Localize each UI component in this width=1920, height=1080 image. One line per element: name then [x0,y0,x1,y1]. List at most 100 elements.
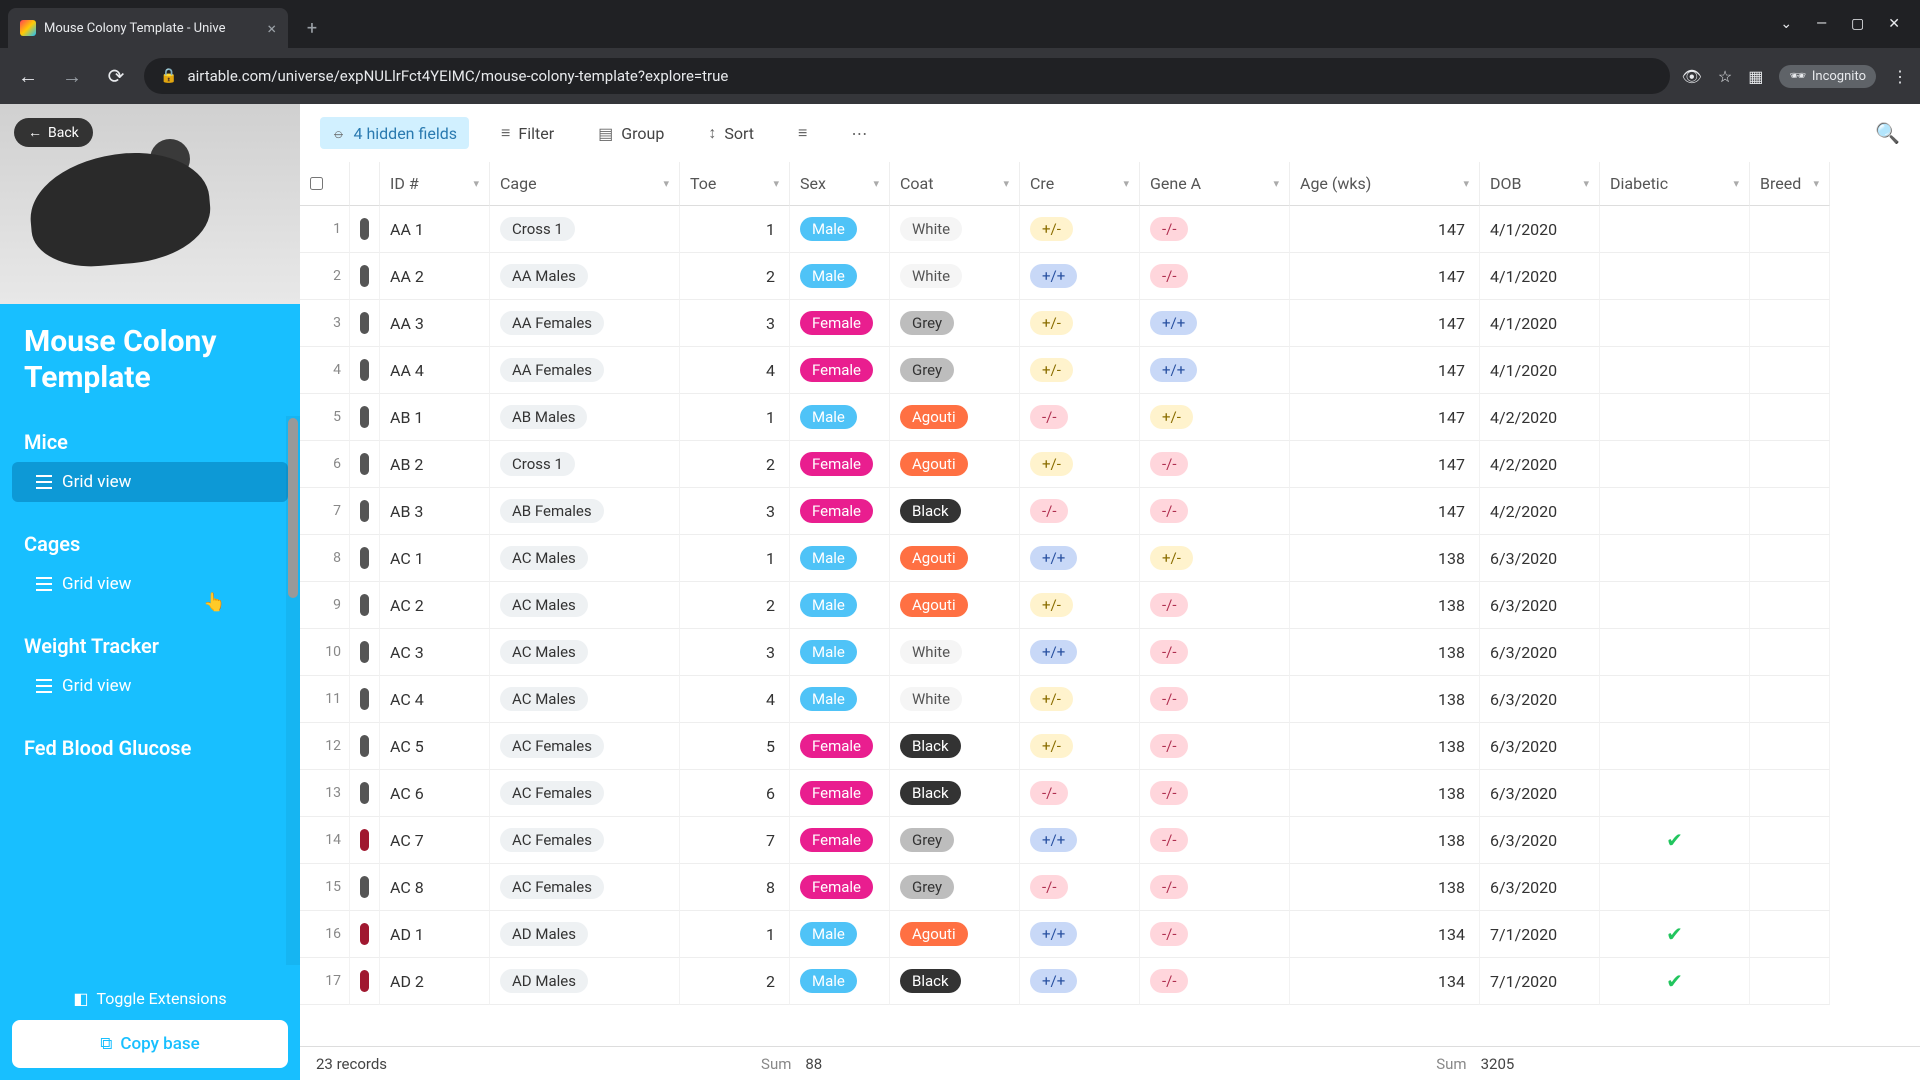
sidebar-table-fed-blood-glucose[interactable]: Fed Blood Glucose [0,722,300,768]
gene-a-cell[interactable]: +/+ [1140,347,1290,394]
id-cell[interactable]: AB 2 [380,441,490,488]
age-cell[interactable]: 147 [1290,347,1480,394]
diabetic-cell[interactable] [1600,206,1750,253]
breed-cell[interactable] [1750,394,1830,441]
id-cell[interactable]: AA 1 [380,206,490,253]
dob-cell[interactable]: 6/3/2020 [1480,817,1600,864]
cre-cell[interactable]: +/- [1020,206,1140,253]
cage-cell[interactable]: AC Females [490,723,680,770]
coat-cell[interactable]: Grey [890,300,1020,347]
sidebar-view-grid[interactable]: Grid view [12,666,288,706]
column-header[interactable]: Coat▾ [890,162,1020,206]
breed-cell[interactable] [1750,347,1830,394]
diabetic-cell[interactable]: ✔ [1600,817,1750,864]
chevron-down-icon[interactable]: ▾ [1003,177,1009,190]
chevron-down-icon[interactable]: ▾ [1733,177,1739,190]
hidden-fields-button[interactable]: ⦵ 4 hidden fields [320,117,469,149]
column-header[interactable]: ID #▾ [380,162,490,206]
browser-tab[interactable]: Mouse Colony Template - Unive × [8,8,288,48]
incognito-badge[interactable]: 🕶 Incognito [1779,65,1876,88]
gene-a-cell[interactable]: -/- [1140,582,1290,629]
cage-cell[interactable]: AC Males [490,629,680,676]
color-cell[interactable] [350,723,380,770]
forward-icon[interactable]: → [56,60,88,92]
cre-cell[interactable]: +/- [1020,441,1140,488]
coat-cell[interactable]: White [890,206,1020,253]
coat-cell[interactable]: Black [890,488,1020,535]
dob-cell[interactable]: 4/1/2020 [1480,300,1600,347]
toe-cell[interactable]: 1 [680,535,790,582]
sidebar-view-grid[interactable]: Grid view [12,462,288,502]
id-cell[interactable]: AA 4 [380,347,490,394]
cre-cell[interactable]: +/+ [1020,958,1140,1005]
age-cell[interactable]: 134 [1290,958,1480,1005]
id-cell[interactable]: AC 8 [380,864,490,911]
age-cell[interactable]: 138 [1290,582,1480,629]
more-button[interactable]: ⋯ [839,118,879,149]
row-number[interactable]: 8 [300,535,350,582]
search-icon[interactable]: 🔍 [1875,121,1900,145]
cre-cell[interactable]: +/+ [1020,629,1140,676]
color-cell[interactable] [350,958,380,1005]
cre-cell[interactable]: -/- [1020,394,1140,441]
coat-cell[interactable]: Grey [890,347,1020,394]
age-cell[interactable]: 147 [1290,300,1480,347]
cage-cell[interactable]: AC Males [490,676,680,723]
toe-cell[interactable]: 1 [680,206,790,253]
column-header[interactable]: Toe▾ [680,162,790,206]
age-cell[interactable]: 138 [1290,817,1480,864]
sex-cell[interactable]: Male [790,582,890,629]
diabetic-cell[interactable] [1600,770,1750,817]
diabetic-cell[interactable]: ✔ [1600,958,1750,1005]
breed-cell[interactable] [1750,770,1830,817]
copy-base-button[interactable]: ⧉ Copy base [12,1020,288,1068]
toe-cell[interactable]: 1 [680,911,790,958]
dob-cell[interactable]: 6/3/2020 [1480,535,1600,582]
cage-cell[interactable]: AD Males [490,958,680,1005]
cage-cell[interactable]: AD Males [490,911,680,958]
toe-cell[interactable]: 3 [680,629,790,676]
tab-dropdown-icon[interactable]: ⌄ [1780,16,1792,32]
sex-cell[interactable]: Male [790,394,890,441]
toe-cell[interactable]: 4 [680,347,790,394]
cage-cell[interactable]: AC Females [490,770,680,817]
sidebar-scrollbar[interactable] [286,416,300,965]
close-window-icon[interactable]: ✕ [1888,16,1900,32]
toe-cell[interactable]: 8 [680,864,790,911]
sex-cell[interactable]: Male [790,253,890,300]
back-button[interactable]: ← Back [14,118,93,147]
color-cell[interactable] [350,535,380,582]
row-number[interactable]: 17 [300,958,350,1005]
cage-cell[interactable]: AC Females [490,864,680,911]
diabetic-cell[interactable] [1600,441,1750,488]
gene-a-cell[interactable]: +/- [1140,535,1290,582]
age-cell[interactable]: 147 [1290,488,1480,535]
gene-a-cell[interactable]: -/- [1140,488,1290,535]
coat-cell[interactable]: Black [890,723,1020,770]
row-number[interactable]: 5 [300,394,350,441]
id-cell[interactable]: AC 5 [380,723,490,770]
row-number[interactable]: 6 [300,441,350,488]
back-icon[interactable]: ← [12,60,44,92]
toe-cell[interactable]: 2 [680,253,790,300]
gene-a-cell[interactable]: -/- [1140,676,1290,723]
sex-cell[interactable]: Female [790,723,890,770]
row-number[interactable]: 7 [300,488,350,535]
color-cell[interactable] [350,488,380,535]
toggle-extensions-button[interactable]: ◧ Toggle Extensions [12,977,288,1020]
dob-cell[interactable]: 6/3/2020 [1480,864,1600,911]
cage-cell[interactable]: AA Males [490,253,680,300]
id-cell[interactable]: AC 1 [380,535,490,582]
sex-cell[interactable]: Female [790,347,890,394]
column-header[interactable]: Age (wks)▾ [1290,162,1480,206]
diabetic-cell[interactable] [1600,629,1750,676]
color-cell[interactable] [350,676,380,723]
sex-cell[interactable]: Male [790,676,890,723]
toe-cell[interactable]: 3 [680,488,790,535]
id-cell[interactable]: AC 2 [380,582,490,629]
row-number[interactable]: 3 [300,300,350,347]
gene-a-cell[interactable]: -/- [1140,253,1290,300]
cre-cell[interactable]: +/- [1020,582,1140,629]
breed-cell[interactable] [1750,582,1830,629]
breed-cell[interactable] [1750,206,1830,253]
